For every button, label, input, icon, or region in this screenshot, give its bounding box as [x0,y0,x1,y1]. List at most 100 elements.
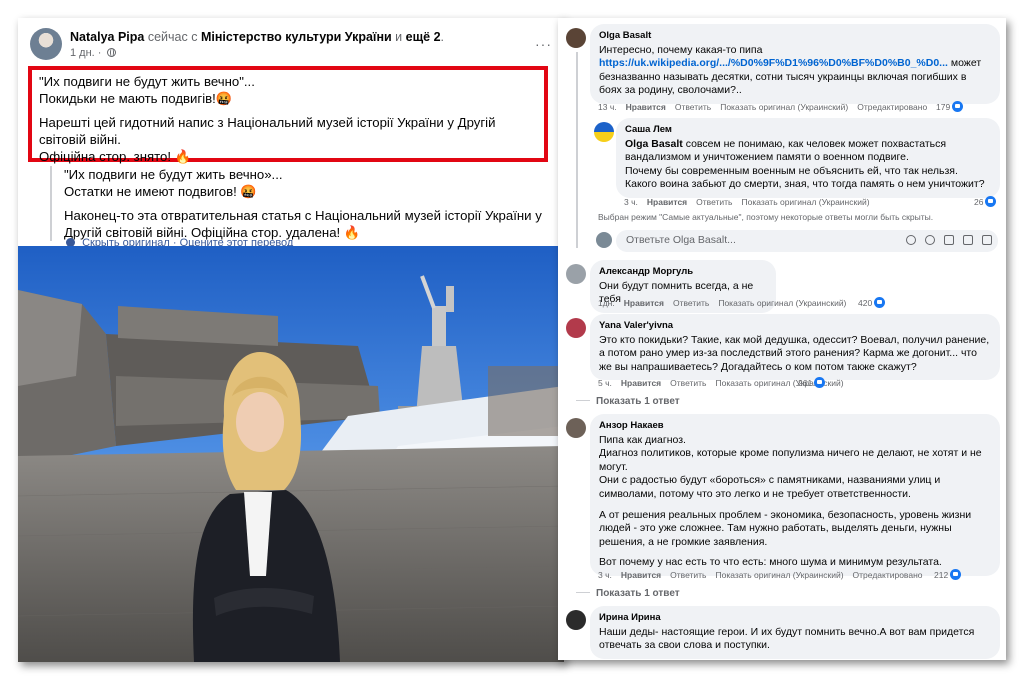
comment-text: Наши деды- настоящие герои. И их будут п… [599,625,975,652]
commenter-name[interactable]: Анзор Накаев [599,419,991,433]
avatar[interactable] [566,28,586,48]
like-reaction-icon [814,377,826,388]
original-line-4: Офіційна стор. знято! 🔥 [39,149,192,164]
sorting-hint: Выбран режим "Самые актуальные", поэтому… [598,212,934,222]
avatar-sticker-icon[interactable] [906,235,916,245]
like-reaction-icon [985,196,997,207]
translation-block: "Их подвиги не будут жить вечно»... Оста… [50,166,560,241]
commenter-name[interactable]: Yana Valer'yivna [599,319,991,333]
screenshot-collage: Natalya Pipa сейчас с Міністерство культ… [0,0,1024,679]
comment-time[interactable]: 1дн. [598,298,615,308]
like-count[interactable]: 26 [974,196,997,207]
mention-link[interactable]: Olga Basalt [625,138,683,150]
like-reaction-icon [950,569,962,580]
show-original-button[interactable]: Показать оригинал (Украинский) [715,570,843,580]
tagged-page[interactable]: Міністерство культури України [201,30,392,44]
emoji-icon[interactable] [925,235,935,245]
like-count[interactable]: 261 [798,377,826,388]
commenter-name[interactable]: Olga Basalt [599,29,991,43]
like-button[interactable]: Нравится [624,298,664,308]
post-header: Natalya Pipa сейчас с Міністерство культ… [30,28,556,62]
author-name[interactable]: Natalya Pipa [70,30,144,44]
avatar[interactable] [566,264,586,284]
like-count-value: 212 [934,570,949,580]
memorial-photo-image [18,246,564,662]
wikipedia-link[interactable]: https://uk.wikipedia.org/.../%D0%9F%D1%9… [599,57,948,69]
comment-time[interactable]: 3 ч. [598,570,612,580]
comment-time[interactable]: 5 ч. [598,378,612,388]
reply-button[interactable]: Ответить [670,378,706,388]
comment-paragraph-2: Диагноз политиков, которые кроме популиз… [599,447,982,473]
comment-bubble-olga: Olga Basalt Интересно, почему какая-то п… [590,24,1000,104]
globe-icon [106,48,116,57]
post-meta: 1 дн. · [70,47,116,59]
translation-line-1: "Их подвиги не будут жить вечно»... [64,167,283,182]
avatar[interactable] [566,610,586,630]
avatar[interactable] [594,122,614,142]
comment-paragraph-1: Пипа как диагноз. [599,433,686,446]
avatar[interactable] [566,418,586,438]
like-button[interactable]: Нравится [647,197,687,207]
like-count[interactable]: 179 [936,101,964,112]
comment-actions: 3 ч. Нравится Ответить Показать оригинал (У… [598,570,932,580]
reply-button[interactable]: Ответить [670,570,706,580]
tagged-others[interactable]: ещё 2 [406,30,441,44]
edited-label: Отредактировано [852,570,923,580]
more-dots-icon[interactable]: ··· [535,36,552,52]
commenter-name[interactable]: Ирина Ирина [599,611,991,625]
comment-text: Интересно, почему какая-то пипа [599,43,763,56]
original-line-2: Покидьки не мають подвигів!🤬 [39,91,233,106]
reply-button[interactable]: Ответить [696,197,732,207]
show-original-button[interactable]: Показать оригинал (Украинский) [741,197,869,207]
commenter-name[interactable]: Саша Лем [625,123,991,137]
sticker-icon[interactable] [982,235,992,245]
like-button[interactable]: Нравится [621,570,661,580]
like-button[interactable]: Нравится [626,102,666,112]
and-word: и [395,30,403,44]
show-original-button[interactable]: Показать оригинал (Украинский) [718,298,846,308]
original-line-3: Нарешті цей гидотний напис з Національни… [39,115,496,147]
like-count-value: 261 [798,378,813,388]
original-text-highlight: "Их подвиги не будут жить вечно"... Поки… [28,66,548,164]
show-replies-link[interactable]: Показать 1 ответ [576,396,680,407]
reply-bubble-sasha: Саша Лем Olga Basalt совсем не понимаю, … [616,118,1000,198]
reply-button[interactable]: Ответить [675,102,711,112]
original-line-1: "Их подвиги не будут жить вечно"... [39,74,255,89]
like-count-value: 179 [936,102,951,112]
comment-time[interactable]: 13 ч. [598,102,617,112]
comment-paragraph-5: Вот почему у нас есть то что есть: много… [599,556,942,569]
reply-button[interactable]: Ответить [673,298,709,308]
author-avatar[interactable] [30,28,62,60]
post-photo[interactable] [18,246,564,662]
show-original-button[interactable]: Показать оригинал (Украинский) [720,102,848,112]
avatar[interactable] [566,318,586,338]
current-user-avatar [596,232,612,248]
author-line: Natalya Pipa сейчас с Міністерство культ… [70,30,445,44]
comment-bubble-anzor: Анзор Накаев Пипа как диагноз. Диагноз п… [590,414,1000,576]
comments-panel: Olga Basalt Интересно, почему какая-то п… [558,18,1006,660]
commenter-name[interactable]: Александр Моргуль [599,265,767,279]
like-reaction-icon [874,297,886,308]
like-count-value: 26 [974,197,984,207]
comment-bubble-yana: Yana Valer'yivna Это кто покидьки? Такие… [590,314,1000,381]
reply-input[interactable]: Ответьте Olga Basalt... [616,230,998,252]
post-time[interactable]: 1 дн. · [70,47,101,59]
like-count[interactable]: 420 [858,297,886,308]
translation-line-2: Остатки не имеют подвигов! 🤬 [64,184,257,199]
comment-actions: 13 ч. Нравится Ответить Показать оригинал (… [598,102,936,112]
facebook-post: Natalya Pipa сейчас с Міністерство культ… [18,18,564,662]
comment-actions: 1дн. Нравится Ответить Показать оригинал (У… [598,298,855,308]
reply-actions: 3 ч. Нравится Ответить Показать оригинал (У… [624,197,879,207]
like-button[interactable]: Нравится [621,378,661,388]
like-count-value: 420 [858,298,873,308]
gif-icon[interactable] [963,235,973,245]
edited-label: Отредактировано [857,102,928,112]
camera-icon[interactable] [944,235,954,245]
connector-text: сейчас с [147,30,198,44]
reply-text-2: Почему бы современным военным не объясни… [625,164,985,191]
comment-text: Это кто покидьки? Такие, как мой дедушка… [599,333,990,373]
comment-time[interactable]: 3 ч. [624,197,638,207]
comment-bubble-irina: Ирина Ирина Наши деды- настоящие герои. … [590,606,1000,659]
like-count[interactable]: 212 [934,569,962,580]
show-replies-link[interactable]: Показать 1 ответ [576,588,680,599]
